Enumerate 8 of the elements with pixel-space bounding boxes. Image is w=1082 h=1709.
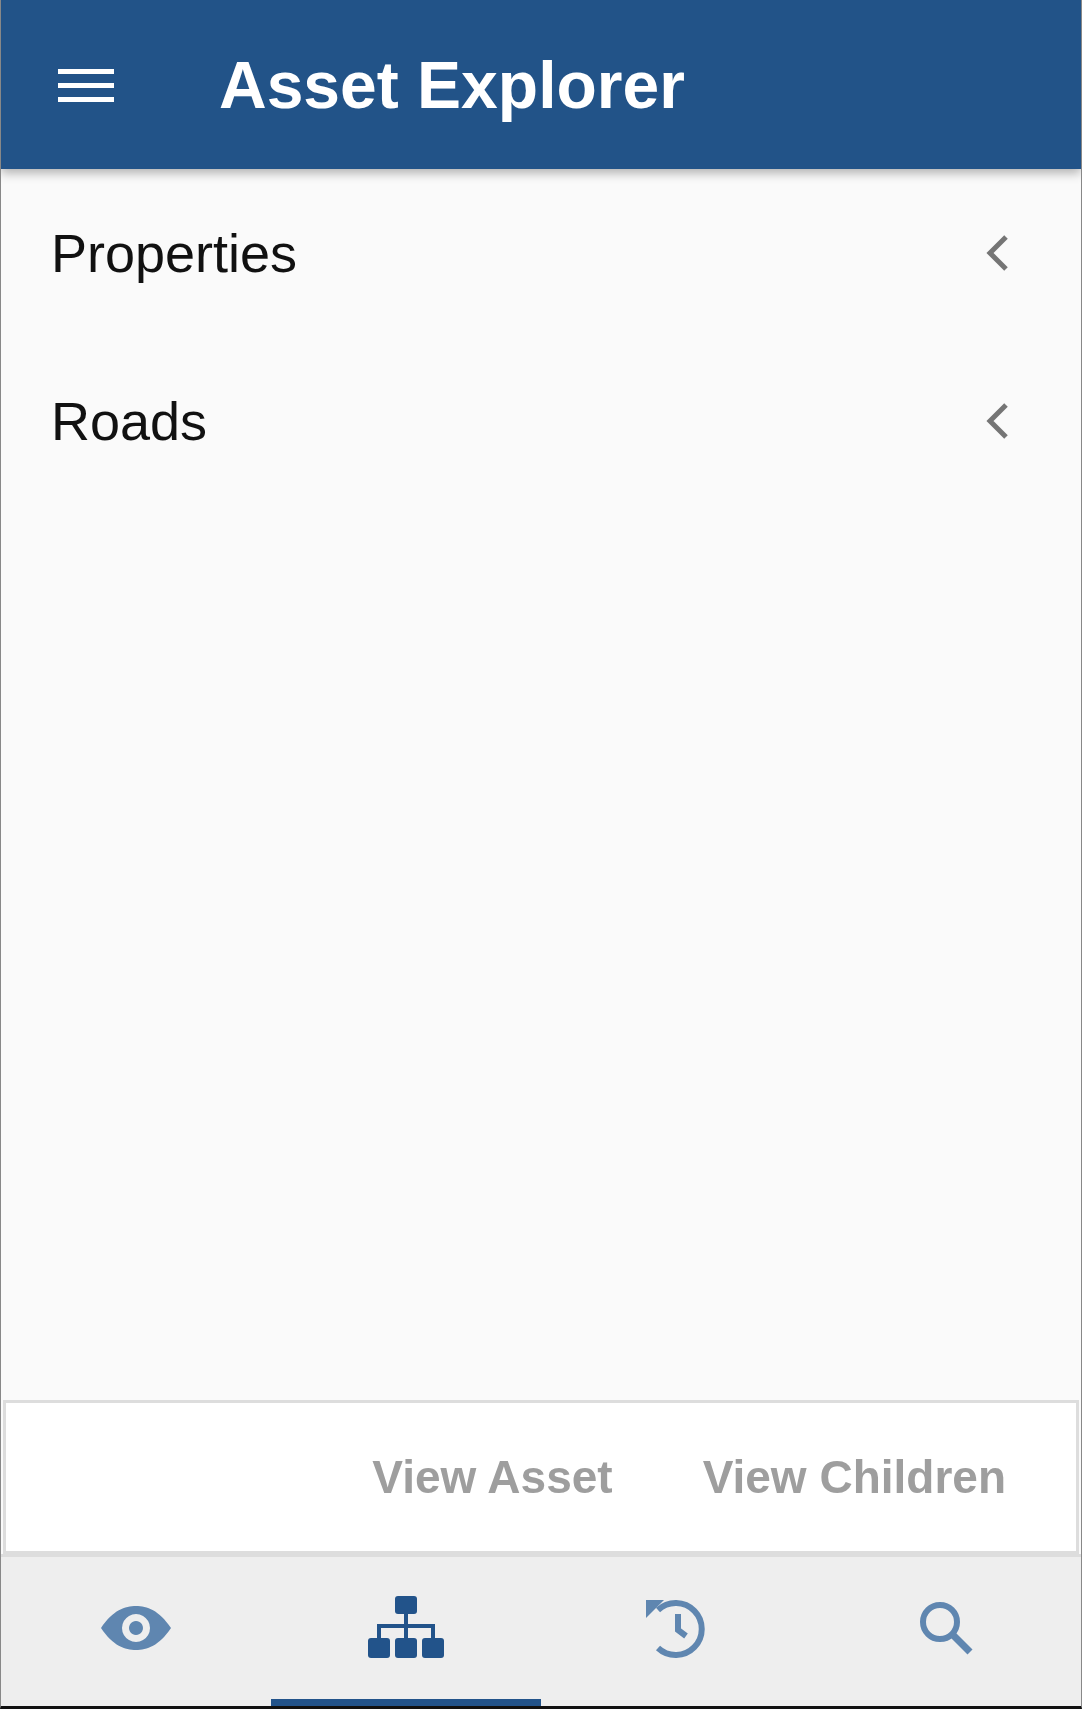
eye-icon	[101, 1606, 171, 1650]
chevron-left-icon	[985, 233, 1011, 273]
chevron-left-icon	[985, 401, 1011, 441]
hierarchy-icon	[368, 1596, 444, 1660]
search-icon	[918, 1600, 974, 1656]
app-title: Asset Explorer	[219, 46, 685, 123]
tree-item[interactable]: Properties	[1, 169, 1081, 337]
tree-item[interactable]: Roads	[1, 337, 1081, 505]
